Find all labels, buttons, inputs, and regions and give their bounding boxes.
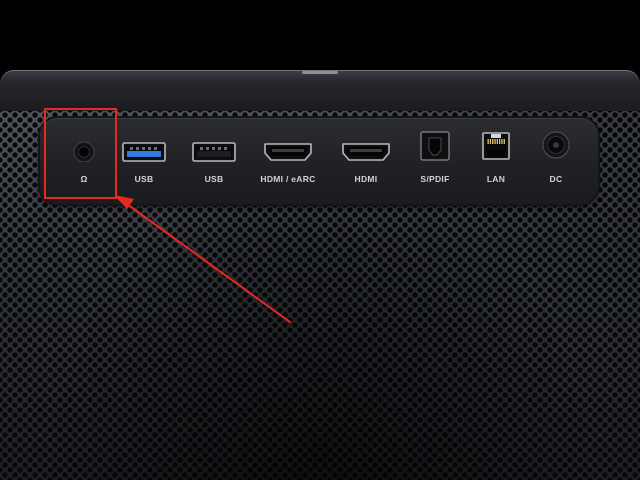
port-label-usb-1: USB [134, 174, 154, 184]
port-usb-1: USB [122, 118, 166, 204]
usb3-port-icon [122, 142, 166, 162]
highlight-box [44, 108, 117, 199]
port-hdmi-earc: HDMI / eARC [260, 118, 316, 204]
port-spdif: S/PDIF [418, 118, 452, 204]
hdmi-port-icon [342, 143, 390, 161]
port-label-lan: LAN [486, 174, 506, 184]
port-label-hdmi-earc: HDMI / eARC [260, 174, 316, 184]
dc-power-jack-icon [542, 131, 570, 159]
port-usb-2: USB [192, 118, 236, 204]
top-notch [302, 71, 338, 74]
connector-panel: Ω USB USB HDMI / eARC HDMI S/PDIF LAN DC [40, 118, 598, 204]
port-dc: DC [540, 118, 572, 204]
port-hdmi: HDMI [340, 118, 392, 204]
product-photo: Ω USB USB HDMI / eARC HDMI S/PDIF LAN DC [0, 0, 640, 480]
ethernet-port-icon [482, 132, 510, 160]
device-top-edge [0, 70, 640, 111]
port-label-hdmi: HDMI [354, 174, 378, 184]
hdmi-port-icon [264, 143, 312, 161]
port-label-usb-2: USB [204, 174, 224, 184]
usb2-port-icon [192, 142, 236, 162]
port-label-dc: DC [549, 174, 563, 184]
port-lan: LAN [480, 118, 512, 204]
optical-port-icon [420, 131, 450, 161]
port-label-spdif: S/PDIF [420, 174, 450, 184]
